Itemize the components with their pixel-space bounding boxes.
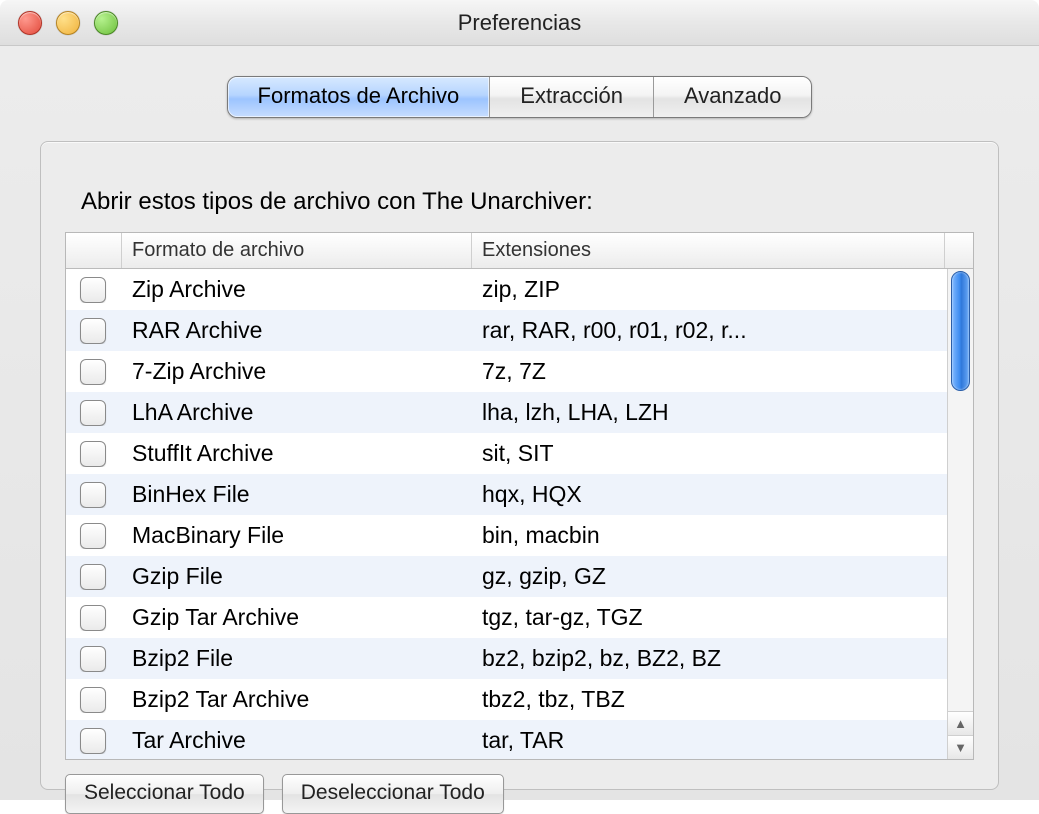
- checkbox[interactable]: [80, 646, 106, 672]
- extensions-cell: rar, RAR, r00, r01, r02, r...: [472, 317, 973, 344]
- table-row[interactable]: Bzip2 Filebz2, bzip2, bz, BZ2, BZ: [66, 638, 973, 679]
- checkbox-cell[interactable]: [66, 687, 122, 713]
- prompt-label: Abrir estos tipos de archivo con The Una…: [41, 188, 998, 232]
- button-row: Seleccionar Todo Deseleccionar Todo: [41, 760, 998, 814]
- format-cell: Tar Archive: [122, 727, 472, 754]
- format-cell: StuffIt Archive: [122, 440, 472, 467]
- table-row[interactable]: 7-Zip Archive7z, 7Z: [66, 351, 973, 392]
- extensions-cell: tbz2, tbz, TBZ: [472, 686, 973, 713]
- format-cell: RAR Archive: [122, 317, 472, 344]
- scroll-thumb[interactable]: [951, 271, 970, 391]
- extensions-cell: sit, SIT: [472, 440, 973, 467]
- checkbox-cell[interactable]: [66, 605, 122, 631]
- table-row[interactable]: MacBinary Filebin, macbin: [66, 515, 973, 556]
- table-body: Zip Archivezip, ZIPRAR Archiverar, RAR, …: [66, 269, 973, 759]
- format-cell: Gzip File: [122, 563, 472, 590]
- header-format[interactable]: Formato de archivo: [122, 233, 472, 268]
- file-type-table: Formato de archivo Extensiones Zip Archi…: [65, 232, 974, 760]
- checkbox-cell[interactable]: [66, 728, 122, 754]
- table-row[interactable]: RAR Archiverar, RAR, r00, r01, r02, r...: [66, 310, 973, 351]
- checkbox[interactable]: [80, 441, 106, 467]
- tab-file-formats[interactable]: Formatos de Archivo: [228, 77, 491, 117]
- extensions-cell: tgz, tar-gz, TGZ: [472, 604, 973, 631]
- tab-extraction[interactable]: Extracción: [490, 77, 654, 117]
- checkbox-cell[interactable]: [66, 523, 122, 549]
- format-cell: 7-Zip Archive: [122, 358, 472, 385]
- panel: Abrir estos tipos de archivo con The Una…: [40, 141, 999, 790]
- table-row[interactable]: LhA Archivelha, lzh, LHA, LZH: [66, 392, 973, 433]
- scroll-down-icon[interactable]: ▼: [948, 735, 973, 759]
- checkbox[interactable]: [80, 728, 106, 754]
- table-row[interactable]: Gzip Tar Archivetgz, tar-gz, TGZ: [66, 597, 973, 638]
- extensions-cell: bz2, bzip2, bz, BZ2, BZ: [472, 645, 973, 672]
- format-cell: LhA Archive: [122, 399, 472, 426]
- table-row[interactable]: Bzip2 Tar Archivetbz2, tbz, TBZ: [66, 679, 973, 720]
- extensions-cell: 7z, 7Z: [472, 358, 973, 385]
- table-row[interactable]: Gzip Filegz, gzip, GZ: [66, 556, 973, 597]
- extensions-cell: gz, gzip, GZ: [472, 563, 973, 590]
- header-extensions[interactable]: Extensiones: [472, 233, 945, 268]
- checkbox[interactable]: [80, 605, 106, 631]
- checkbox-cell[interactable]: [66, 441, 122, 467]
- checkbox-cell[interactable]: [66, 646, 122, 672]
- checkbox[interactable]: [80, 523, 106, 549]
- table-row[interactable]: BinHex Filehqx, HQX: [66, 474, 973, 515]
- format-cell: Bzip2 Tar Archive: [122, 686, 472, 713]
- header-checkbox[interactable]: [66, 233, 122, 268]
- table-row[interactable]: Zip Archivezip, ZIP: [66, 269, 973, 310]
- checkbox[interactable]: [80, 687, 106, 713]
- table-header: Formato de archivo Extensiones: [66, 233, 973, 269]
- titlebar: Preferencias: [0, 0, 1039, 46]
- checkbox[interactable]: [80, 564, 106, 590]
- scroll-up-icon[interactable]: ▲: [948, 711, 973, 735]
- checkbox-cell[interactable]: [66, 277, 122, 303]
- extensions-cell: hqx, HQX: [472, 481, 973, 508]
- checkbox[interactable]: [80, 277, 106, 303]
- checkbox-cell[interactable]: [66, 482, 122, 508]
- extensions-cell: bin, macbin: [472, 522, 973, 549]
- checkbox[interactable]: [80, 482, 106, 508]
- format-cell: BinHex File: [122, 481, 472, 508]
- checkbox-cell[interactable]: [66, 359, 122, 385]
- checkbox[interactable]: [80, 359, 106, 385]
- format-cell: Gzip Tar Archive: [122, 604, 472, 631]
- format-cell: Bzip2 File: [122, 645, 472, 672]
- window-title: Preferencias: [0, 10, 1039, 36]
- checkbox-cell[interactable]: [66, 564, 122, 590]
- table-row[interactable]: StuffIt Archivesit, SIT: [66, 433, 973, 474]
- tabs: Formatos de Archivo Extracción Avanzado: [0, 46, 1039, 118]
- deselect-all-button[interactable]: Deseleccionar Todo: [282, 774, 504, 814]
- extensions-cell: tar, TAR: [472, 727, 973, 754]
- extensions-cell: zip, ZIP: [472, 276, 973, 303]
- checkbox-cell[interactable]: [66, 318, 122, 344]
- format-cell: MacBinary File: [122, 522, 472, 549]
- format-cell: Zip Archive: [122, 276, 472, 303]
- checkbox-cell[interactable]: [66, 400, 122, 426]
- scrollbar[interactable]: ▲ ▼: [947, 269, 973, 759]
- window-body: Formatos de Archivo Extracción Avanzado …: [0, 46, 1039, 800]
- table-row[interactable]: Tar Archivetar, TAR: [66, 720, 973, 759]
- tab-advanced[interactable]: Avanzado: [654, 77, 811, 117]
- checkbox[interactable]: [80, 400, 106, 426]
- select-all-button[interactable]: Seleccionar Todo: [65, 774, 264, 814]
- checkbox[interactable]: [80, 318, 106, 344]
- extensions-cell: lha, lzh, LHA, LZH: [472, 399, 973, 426]
- header-scroll-spacer: [945, 233, 973, 268]
